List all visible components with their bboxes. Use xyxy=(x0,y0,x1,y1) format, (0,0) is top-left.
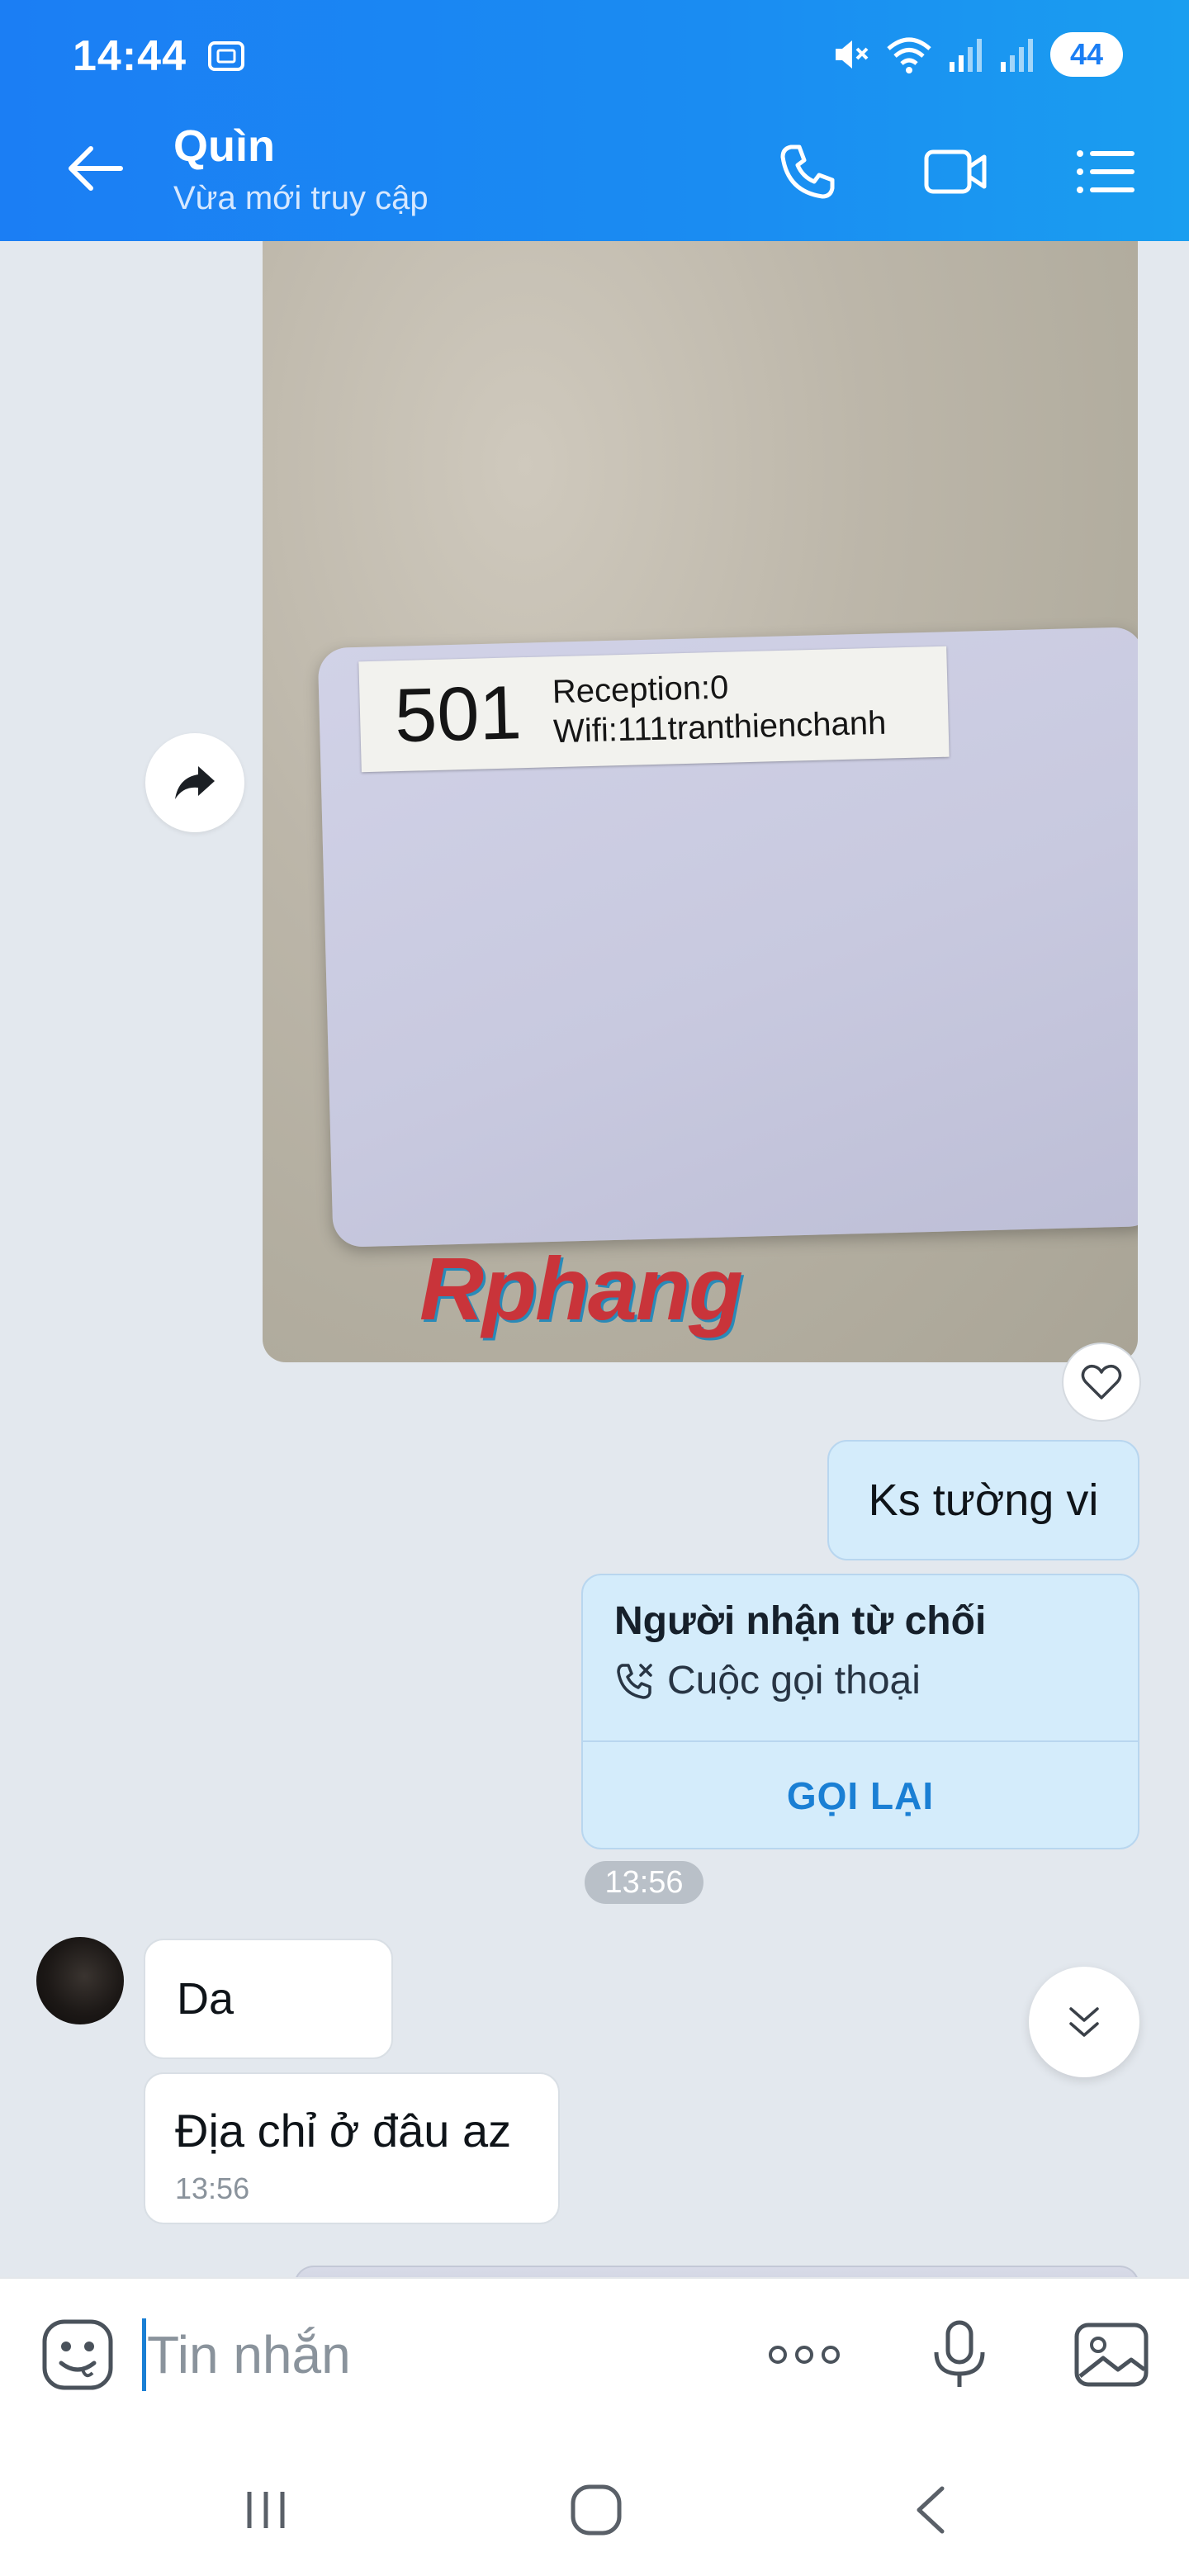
incoming-message-time: 13:56 xyxy=(175,2171,250,2205)
system-navigation-bar xyxy=(0,2432,1189,2576)
call-card-title: Người nhận từ chối xyxy=(614,1599,987,1643)
wifi-icon xyxy=(887,37,931,73)
missed-call-card[interactable]: Người nhận từ chối Cuộc gọi thoại GỌI LẠ… xyxy=(581,1574,1139,1849)
status-bar: 14:44 44 xyxy=(0,0,1189,111)
recent-apps-button[interactable] xyxy=(225,2469,307,2551)
phone-icon xyxy=(780,144,835,199)
home-icon xyxy=(571,2484,622,2536)
chat-messages[interactable]: 501 Reception:0 Wifi:111tranthienchanh R… xyxy=(0,241,1189,2277)
sticker-button[interactable] xyxy=(36,2313,119,2396)
system-back-button[interactable] xyxy=(888,2469,971,2551)
text-caret xyxy=(142,2318,146,2391)
incoming-message-text: Địa chỉ ở đâu az xyxy=(175,2105,512,2157)
message-timestamp: 13:56 xyxy=(585,1861,703,1904)
contact-name[interactable]: Quìn xyxy=(173,121,275,172)
react-button[interactable] xyxy=(1062,1342,1141,1422)
incoming-message[interactable]: Da xyxy=(144,1939,393,2059)
video-call-icon xyxy=(924,149,987,194)
mute-icon xyxy=(836,40,869,69)
heart-icon xyxy=(1081,1364,1122,1399)
voice-message-button[interactable] xyxy=(918,2313,1001,2396)
image-icon xyxy=(1074,2323,1149,2387)
back-arrow-icon xyxy=(69,146,123,191)
status-time: 14:44 xyxy=(73,32,187,80)
screenshot-icon xyxy=(208,41,244,71)
contact-status: Vừa mới truy cập xyxy=(173,180,429,216)
battery-indicator: 44 xyxy=(1050,32,1123,77)
chat-options-button[interactable] xyxy=(1070,137,1139,206)
chat-header: 14:44 44 Quìn Vừa mới truy cập xyxy=(0,0,1189,241)
photo-picker-button[interactable] xyxy=(1070,2313,1153,2396)
more-dots-icon xyxy=(769,2346,840,2364)
signal-icon xyxy=(950,39,982,72)
microphone-icon xyxy=(934,2320,985,2387)
call-card-subtitle: Cuộc gọi thoại xyxy=(614,1658,921,1703)
photo-label-info: Reception:0 Wifi:111tranthienchanh xyxy=(552,664,887,752)
declined-call-icon xyxy=(617,1663,652,1699)
menu-icon xyxy=(1077,150,1135,193)
scroll-to-bottom-button[interactable] xyxy=(1029,1967,1139,2077)
photo-wifi-text: Wifi:111tranthienchanh xyxy=(552,704,887,751)
video-call-button[interactable] xyxy=(921,137,991,206)
avatar[interactable] xyxy=(36,1937,124,2024)
signal-icon xyxy=(1001,39,1033,72)
photo-watermark: Rphang xyxy=(419,1238,743,1338)
call-card-type: Cuộc gọi thoại xyxy=(667,1659,921,1702)
photo-keycard-label: 501 Reception:0 Wifi:111tranthienchanh xyxy=(358,646,950,773)
message-input[interactable] xyxy=(147,2312,725,2398)
call-back-button[interactable]: GỌI LẠI xyxy=(583,1742,1138,1849)
message-composer xyxy=(0,2277,1189,2432)
photo-room-number: 501 xyxy=(393,670,523,758)
photo-message[interactable]: 501 Reception:0 Wifi:111tranthienchanh R… xyxy=(263,241,1138,1362)
double-chevron-down-icon xyxy=(1069,2007,1099,2037)
forward-icon xyxy=(175,766,215,799)
status-icons: 44 xyxy=(829,30,1123,79)
emoji-icon xyxy=(42,2319,113,2390)
back-button[interactable] xyxy=(63,135,129,201)
outgoing-message[interactable]: Ks tường vi xyxy=(827,1440,1139,1560)
location-message-preview[interactable] xyxy=(294,2266,1139,2277)
home-button[interactable] xyxy=(555,2469,637,2551)
voice-call-button[interactable] xyxy=(773,137,842,206)
incoming-message[interactable]: Địa chỉ ở đâu az 13:56 xyxy=(144,2072,560,2224)
recent-apps-icon xyxy=(247,2492,285,2528)
more-options-button[interactable] xyxy=(763,2313,846,2396)
forward-button[interactable] xyxy=(145,733,244,832)
chevron-left-icon xyxy=(917,2486,945,2534)
